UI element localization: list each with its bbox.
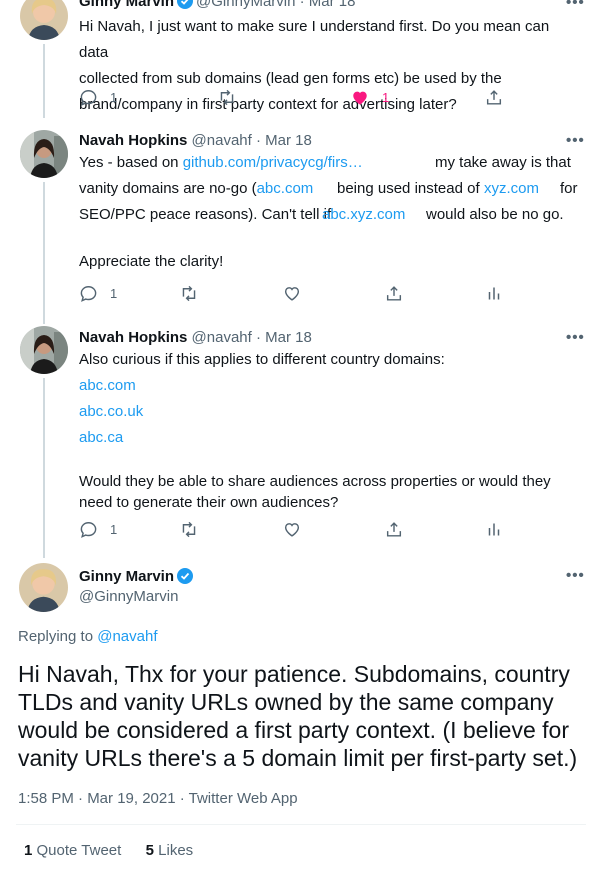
analytics-button[interactable] (485, 284, 503, 303)
tweet-link[interactable]: abc.xyz.com (322, 202, 405, 228)
tweet-text: would also be no go. (426, 206, 564, 223)
tweet-text-line: Would they be able to share audiences ac… (79, 473, 551, 490)
quote-label: Quote Tweet (36, 842, 122, 859)
like-button[interactable] (282, 284, 302, 303)
more-options-icon[interactable]: ••• (566, 329, 585, 346)
replying-to-label: Replying to (18, 628, 94, 645)
tweet-text: SEO/PPC peace reasons). Can't tell if (79, 206, 332, 223)
tweet-3-text: Also curious if this applies to differen… (79, 347, 589, 513)
quote-tweets-link[interactable]: 1 Quote Tweet (24, 842, 121, 859)
replying-to-handle[interactable]: @navahf (97, 628, 157, 645)
thread-line (43, 378, 45, 558)
analytics-icon (488, 287, 500, 300)
tweet-text-line: Hi Navah, I just want to make sure I und… (79, 18, 550, 61)
reply-button[interactable]: 1 (79, 88, 117, 107)
reply-button[interactable]: 1 (79, 520, 117, 539)
retweet-button[interactable] (179, 520, 199, 539)
engagement-stats: 1 Quote Tweet 5 Likes (24, 842, 193, 859)
replying-to: Replying to @navahf (18, 628, 157, 645)
tweet-text-line: Also curious if this applies to differen… (79, 351, 445, 368)
tweet-text: for (560, 180, 578, 197)
retweet-icon (182, 285, 196, 302)
tweet-date[interactable]: Mar 18 (265, 132, 312, 149)
reply-count: 1 (110, 522, 118, 537)
share-button[interactable] (384, 520, 404, 539)
analytics-icon (488, 523, 500, 536)
reply-count: 1 (110, 286, 118, 301)
author-handle[interactable]: @navahf (192, 329, 252, 346)
retweet-icon (220, 89, 234, 106)
reply-icon (80, 90, 97, 106)
author-name[interactable]: Ginny Marvin (79, 568, 174, 585)
tweet-text: Appreciate the clarity! (79, 253, 224, 270)
tweet-date[interactable]: Mar 18 (265, 329, 312, 346)
divider (16, 824, 586, 825)
reply-icon (80, 522, 97, 538)
tweet-text: Yes - based on (79, 154, 183, 171)
tweet-3-header: Navah Hopkins @navahf · Mar 18 (79, 329, 312, 346)
tweet-text-line: Hi Navah, Thx for your patience. Subdoma… (18, 661, 570, 687)
author-handle[interactable]: @GinnyMarvin (196, 0, 295, 10)
tweet-text: vanity domains are no-go ( (79, 180, 257, 197)
share-icon (386, 286, 402, 301)
heart-icon (284, 523, 300, 537)
tweet-link[interactable]: abc.com (257, 180, 314, 197)
like-count: 1 (382, 90, 390, 105)
tweet-text: my take away is that (435, 154, 571, 171)
share-button[interactable] (484, 88, 504, 107)
heart-filled-icon (353, 91, 367, 105)
retweet-button[interactable] (179, 284, 199, 303)
verified-badge-icon (177, 568, 194, 590)
main-tweet-text: Hi Navah, Thx for your patience. Subdoma… (18, 660, 588, 772)
heart-icon (284, 287, 300, 301)
likes-label: Likes (158, 842, 194, 859)
retweet-button[interactable] (217, 88, 237, 107)
tweet-link[interactable]: github.com/privacycg/firs… (183, 154, 363, 171)
quote-count: 1 (24, 842, 33, 859)
tweet-1-header: Ginny Marvin @GinnyMarvin · Mar 18 (79, 0, 355, 15)
tweet-link[interactable]: xyz.com (484, 176, 539, 202)
like-button[interactable]: 1 (350, 88, 389, 107)
share-icon (386, 522, 402, 537)
reply-button[interactable]: 1 (79, 284, 117, 303)
author-name[interactable]: Ginny Marvin (79, 0, 174, 10)
tweet-text: being used instead of (337, 180, 480, 197)
author-handle[interactable]: @navahf (192, 132, 252, 149)
tweet-2-actions: 1 (79, 284, 579, 304)
more-options-icon[interactable]: ••• (566, 0, 585, 11)
thread-line (43, 44, 45, 118)
tweet-text-line: need to generate their own audiences? (79, 494, 339, 511)
tweet-3-actions: 1 (79, 520, 579, 540)
tweet-text-line: would be considered a first party contex… (18, 717, 570, 743)
thread-line (43, 182, 45, 324)
retweet-icon (182, 521, 196, 538)
tweet-date[interactable]: Mar 18 (309, 0, 356, 10)
author-name[interactable]: Navah Hopkins (79, 329, 187, 346)
reply-icon (80, 286, 97, 302)
tweet-1-actions: 1 1 (79, 88, 579, 108)
tweet-link[interactable]: abc.co.uk (79, 399, 589, 425)
avatar-navah-2[interactable] (20, 326, 68, 374)
more-options-icon[interactable]: ••• (566, 567, 585, 584)
tweet-link[interactable]: abc.ca (79, 425, 589, 451)
avatar-ginny-1[interactable] (20, 0, 68, 40)
like-button[interactable] (282, 520, 302, 539)
author-handle[interactable]: @GinnyMarvin (79, 587, 178, 607)
verified-badge-icon (177, 0, 194, 15)
tweet-text-line: TLDs and vanity URLs owned by the same c… (18, 689, 554, 715)
avatar-navah-1[interactable] (20, 130, 68, 178)
tweet-timestamp[interactable]: 1:58 PM · Mar 19, 2021 · Twitter Web App (18, 790, 298, 807)
tweet-text-line: vanity URLs there's a 5 domain limit per… (18, 745, 578, 771)
reply-count: 1 (110, 90, 118, 105)
likes-count: 5 (145, 842, 154, 859)
likes-link[interactable]: 5 Likes (146, 842, 194, 859)
tweet-2-header: Navah Hopkins @navahf · Mar 18 (79, 132, 312, 149)
author-name[interactable]: Navah Hopkins (79, 132, 187, 149)
avatar-ginny-main[interactable] (19, 563, 68, 612)
share-icon (486, 90, 502, 105)
tweet-link[interactable]: abc.com (79, 373, 589, 399)
analytics-button[interactable] (485, 520, 503, 539)
share-button[interactable] (384, 284, 404, 303)
more-options-icon[interactable]: ••• (566, 132, 585, 149)
